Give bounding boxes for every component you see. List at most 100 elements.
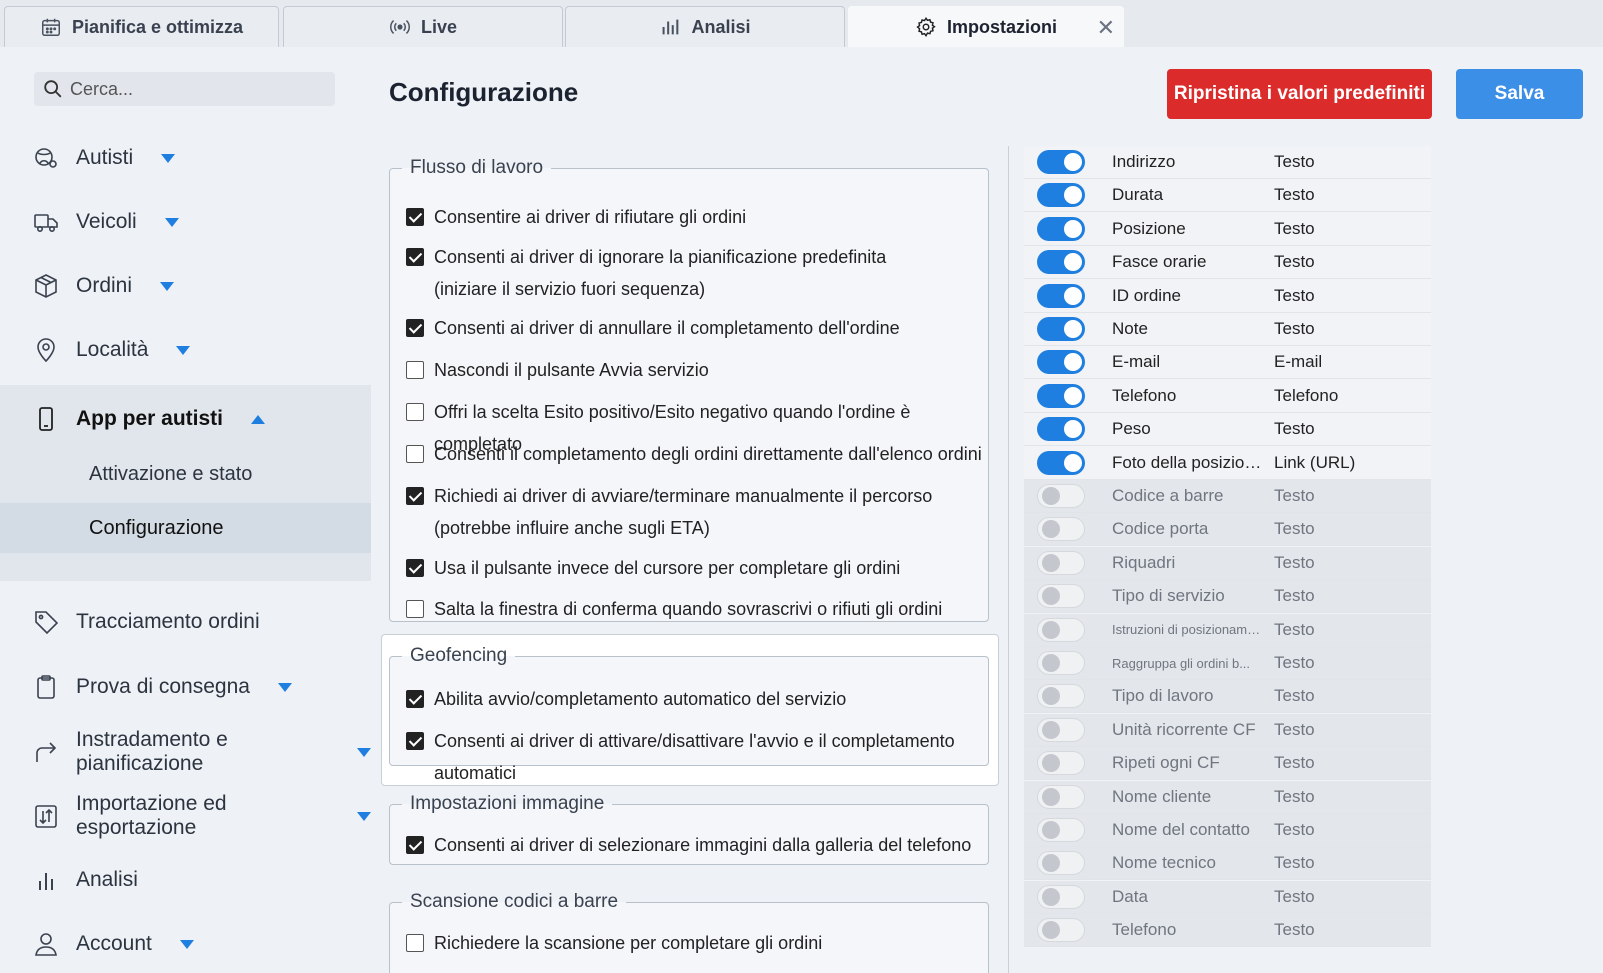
option-label: Richiedere la scansione per completare g…: [434, 933, 823, 953]
save-button[interactable]: Salva: [1456, 69, 1583, 119]
field-type: Testo: [1274, 419, 1315, 439]
field-toggle[interactable]: [1037, 550, 1085, 575]
sidebar-item-driver-app[interactable]: App per autisti: [0, 395, 371, 443]
analytics-icon: [39, 873, 53, 890]
field-toggle[interactable]: [1037, 751, 1085, 776]
field-toggle[interactable]: [1037, 383, 1085, 408]
search-box[interactable]: [34, 72, 335, 106]
sidebar-item-proof-of-delivery[interactable]: Prova di consegna: [0, 663, 371, 711]
field-toggle[interactable]: [1037, 851, 1085, 876]
sidebar-item-account[interactable]: Account: [0, 920, 371, 968]
field-row: Telefono Telefono: [1024, 380, 1431, 413]
location-pin-icon: [37, 338, 55, 363]
sidebar-item-label: Veicoli: [76, 210, 137, 233]
field-toggle[interactable]: [1037, 918, 1085, 943]
chevron-down-icon: [179, 939, 194, 949]
field-toggle[interactable]: [1037, 717, 1085, 742]
gear-icon: [916, 16, 936, 38]
checkbox[interactable]: [406, 248, 424, 266]
checkbox[interactable]: [406, 487, 424, 505]
sidebar-item-drivers[interactable]: Autisti: [0, 134, 371, 182]
search-input[interactable]: [70, 78, 320, 100]
sidebar-item-label: Instradamento e pianificazione: [76, 728, 228, 775]
field-name: Codice porta: [1112, 519, 1209, 539]
tab-plan-optimize[interactable]: Pianifica e ottimizza: [4, 6, 279, 47]
checkbox[interactable]: [406, 559, 424, 577]
field-type: Link (URL): [1274, 452, 1356, 472]
checkbox[interactable]: [406, 403, 424, 421]
barcode-option[interactable]: [406, 967, 434, 973]
workflow-option[interactable]: Consenti ai driver di ignorare la pianif…: [406, 241, 954, 305]
sidebar-item-locations[interactable]: Località: [0, 326, 371, 374]
checkbox[interactable]: [406, 361, 424, 379]
field-toggle[interactable]: [1037, 584, 1085, 609]
geofencing-option[interactable]: Abilita avvio/completamento automatico d…: [406, 683, 846, 715]
sidebar-item-routing[interactable]: Instradamento e pianificazione: [0, 728, 371, 776]
field-toggle[interactable]: [1037, 183, 1085, 208]
reset-defaults-button[interactable]: Ripristina i valori predefiniti: [1167, 69, 1432, 119]
field-row: Ripeti ogni CF Testo: [1024, 747, 1431, 781]
workflow-option[interactable]: Consentire ai driver di rifiutare gli or…: [406, 201, 746, 233]
field-toggle[interactable]: [1037, 818, 1085, 842]
field-name: E-mail: [1112, 352, 1161, 372]
workflow-legend: Flusso di lavoro: [410, 157, 544, 178]
sidebar-subitem-configuration[interactable]: Configurazione: [0, 503, 371, 553]
field-toggle[interactable]: [1037, 150, 1085, 174]
field-row: Riquadri Testo: [1024, 546, 1431, 580]
field-toggle[interactable]: [1037, 484, 1085, 508]
field-row: Durata Testo: [1024, 179, 1431, 213]
workflow-option[interactable]: Consenti ai driver di annullare il compl…: [406, 312, 900, 344]
tab-analytics[interactable]: Analisi: [565, 6, 845, 47]
checkbox[interactable]: [406, 836, 424, 854]
field-type: Testo: [1274, 619, 1315, 639]
workflow-option[interactable]: Salta la finestra di conferma quando sov…: [406, 593, 942, 625]
tab-settings[interactable]: Impostazioni ✕: [848, 6, 1124, 47]
workflow-option[interactable]: Consenti il completamento degli ordini d…: [406, 438, 982, 470]
geofencing-option[interactable]: Consenti ai driver di attivare/disattiva…: [406, 725, 988, 789]
option-label: Abilita avvio/completamento automatico d…: [434, 689, 847, 709]
field-toggle[interactable]: [1037, 450, 1085, 475]
field-toggle[interactable]: [1037, 250, 1085, 275]
field-toggle[interactable]: [1037, 216, 1085, 241]
field-row: E-mail E-mail: [1024, 346, 1431, 380]
sidebar-item-import-export[interactable]: Importazione ed esportazione: [0, 792, 371, 840]
chevron-down-icon: [357, 811, 371, 821]
tab-live[interactable]: Live: [283, 6, 563, 47]
field-toggle[interactable]: [1037, 317, 1085, 341]
field-type: Testo: [1274, 252, 1315, 272]
sidebar-item-order-tracking[interactable]: Tracciamento ordini: [0, 598, 371, 646]
close-icon[interactable]: ✕: [1097, 15, 1115, 41]
sidebar-item-vehicles[interactable]: Veicoli: [0, 198, 371, 246]
checkbox[interactable]: [406, 445, 424, 463]
tab-label: Pianifica e ottimizza: [71, 16, 244, 37]
field-toggle[interactable]: [1037, 617, 1085, 642]
panel-divider: [1008, 146, 1009, 973]
checkbox[interactable]: [406, 690, 424, 708]
tab-label: Impostazioni: [946, 16, 1057, 37]
checkbox[interactable]: [406, 934, 424, 952]
field-toggle[interactable]: [1037, 784, 1085, 809]
checkbox[interactable]: [406, 600, 424, 618]
field-toggle[interactable]: [1037, 283, 1085, 308]
sidebar-subitem-activation[interactable]: Attivazione e stato: [0, 449, 371, 499]
fields-table: Indirizzo Testo Durata Testo Posizione Testo F…: [1024, 146, 1431, 948]
drivers-icon: [35, 148, 57, 168]
field-toggle[interactable]: [1037, 350, 1085, 375]
field-toggle[interactable]: [1037, 417, 1085, 442]
sidebar-item-orders[interactable]: Ordini: [0, 262, 371, 310]
checkbox[interactable]: [406, 208, 424, 226]
field-toggle[interactable]: [1037, 517, 1085, 542]
workflow-option[interactable]: Usa il pulsante invece del cursore per c…: [406, 552, 900, 584]
image-settings-option[interactable]: Consenti ai driver di selezionare immagi…: [406, 829, 971, 861]
field-toggle[interactable]: [1037, 884, 1085, 909]
checkbox[interactable]: [406, 319, 424, 337]
field-toggle[interactable]: [1037, 651, 1085, 675]
workflow-option[interactable]: Richiedi ai driver di avviare/terminare …: [406, 480, 974, 544]
sidebar-item-analytics[interactable]: Analisi: [0, 856, 371, 904]
field-toggle[interactable]: [1037, 684, 1085, 709]
option-label: Consenti ai driver di annullare il compl…: [434, 318, 900, 338]
barcode-option[interactable]: Richiedere la scansione per completare g…: [406, 927, 822, 959]
barcode-group: Scansione codici a barre Richiedere la s…: [389, 891, 989, 973]
checkbox[interactable]: [406, 732, 424, 750]
workflow-option[interactable]: Nascondi il pulsante Avvia servizio: [406, 354, 709, 386]
